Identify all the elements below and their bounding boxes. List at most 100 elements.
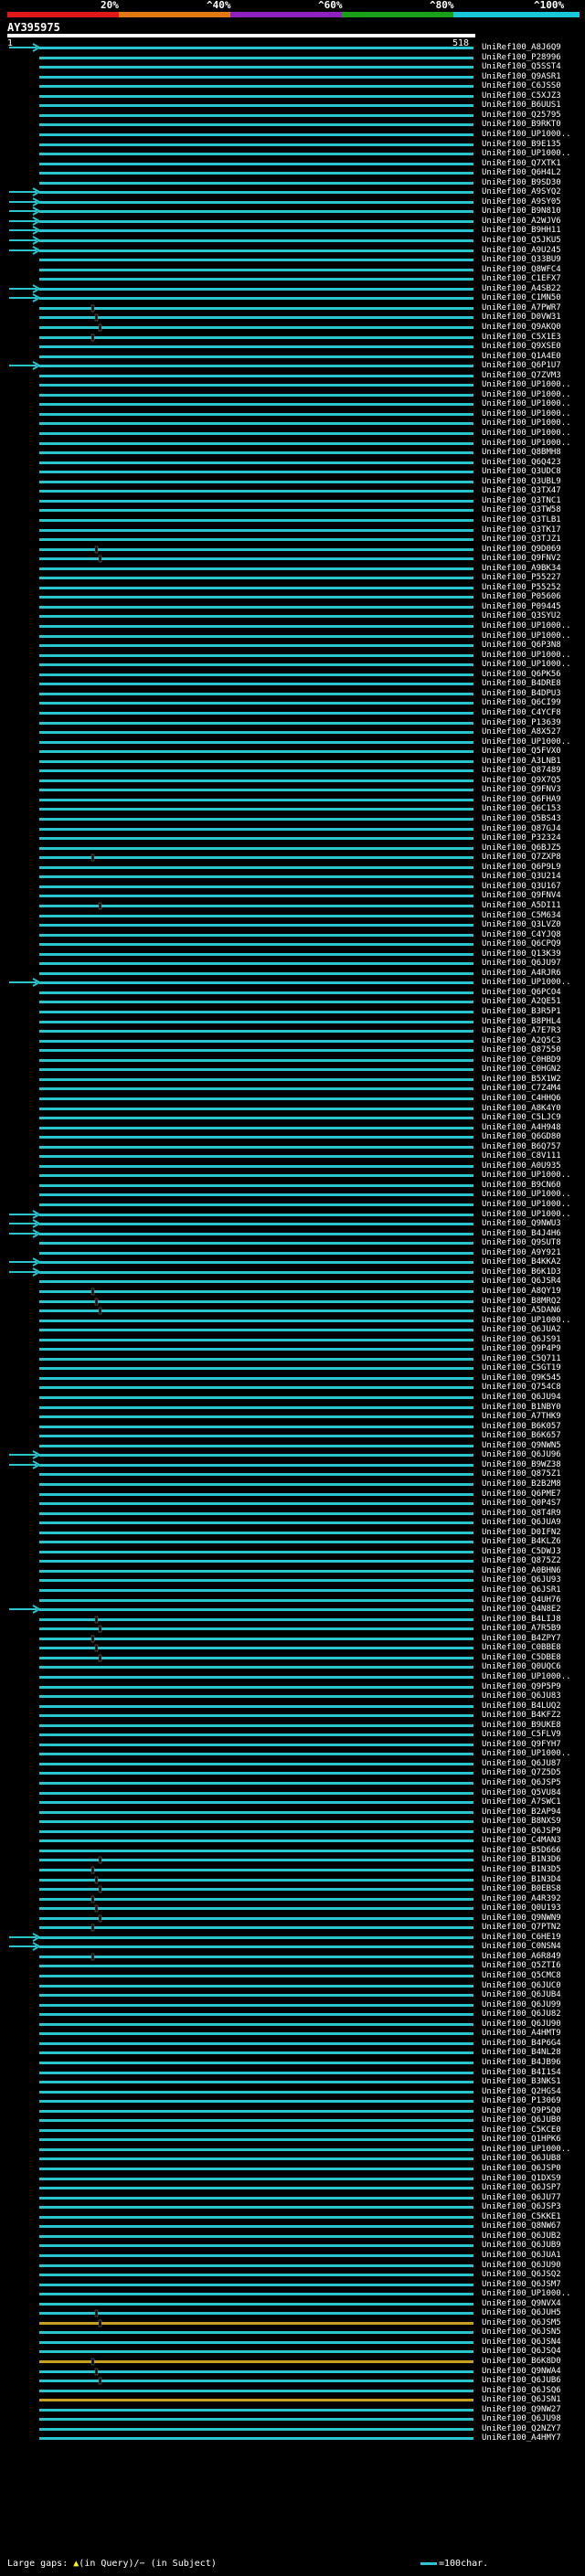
hit-name[interactable]: UniRef100_Q5BS43 xyxy=(482,814,582,823)
hit-name[interactable]: UniRef100_B4JB96 xyxy=(482,2058,582,2067)
hit-name[interactable]: UniRef100_A0BHN6 xyxy=(482,1566,582,1575)
hit-name[interactable]: UniRef100_Q6JSP0 xyxy=(482,2164,582,2173)
hit-name[interactable]: UniRef100_Q2HGS4 xyxy=(482,2087,582,2096)
hit-bar[interactable] xyxy=(39,1975,473,1977)
hit-name[interactable]: UniRef100_UP1000.. xyxy=(482,1171,582,1180)
hit-bar[interactable] xyxy=(39,1290,473,1293)
hit-bar[interactable] xyxy=(39,606,473,609)
hit-name[interactable]: UniRef100_A2WJV6 xyxy=(482,217,582,226)
hit-bar[interactable] xyxy=(39,2129,473,2132)
hit-bar[interactable] xyxy=(39,2399,473,2401)
hit-bar[interactable] xyxy=(39,403,473,406)
hit-name[interactable]: UniRef100_Q3UDC8 xyxy=(482,467,582,476)
hit-bar[interactable] xyxy=(39,1348,473,1351)
hit-bar[interactable] xyxy=(39,500,473,503)
hit-bar[interactable] xyxy=(39,1965,473,1967)
hit-bar[interactable] xyxy=(39,172,473,175)
hit-name[interactable]: UniRef100_B9RKT0 xyxy=(482,120,582,129)
hit-bar[interactable] xyxy=(39,856,473,859)
hit-bar[interactable] xyxy=(39,2157,473,2160)
hit-bar[interactable] xyxy=(39,1396,473,1399)
hit-bar[interactable] xyxy=(39,220,473,223)
hit-name[interactable]: UniRef100_Q87GJ4 xyxy=(482,824,582,833)
hit-bar[interactable] xyxy=(39,1502,473,1505)
hit-bar[interactable] xyxy=(39,375,473,377)
hit-name[interactable]: UniRef100_B9SD30 xyxy=(482,178,582,187)
hit-bar[interactable] xyxy=(39,57,473,59)
hit-bar[interactable] xyxy=(39,1165,473,1168)
hit-bar[interactable] xyxy=(39,2293,473,2295)
hit-name[interactable]: UniRef100_Q6JU90 xyxy=(482,2261,582,2270)
hit-name[interactable]: UniRef100_Q0P4S7 xyxy=(482,1499,582,1508)
hit-name[interactable]: UniRef100_Q8T4R9 xyxy=(482,1509,582,1518)
hit-name[interactable]: UniRef100_B6UUS1 xyxy=(482,101,582,110)
hit-bar[interactable] xyxy=(39,1426,473,1428)
hit-name[interactable]: UniRef100_UP1000.. xyxy=(482,631,582,641)
hit-bar[interactable] xyxy=(39,1579,473,1582)
hit-name[interactable]: UniRef100_Q5VU84 xyxy=(482,1788,582,1797)
hit-name[interactable]: UniRef100_Q6JSN1 xyxy=(482,2395,582,2404)
hit-bar[interactable] xyxy=(39,1059,473,1062)
hit-name[interactable]: UniRef100_C1MN50 xyxy=(482,293,582,302)
hit-name[interactable]: UniRef100_C0BBE8 xyxy=(482,1643,582,1652)
hit-name[interactable]: UniRef100_Q6JSQ6 xyxy=(482,2386,582,2395)
hit-bar[interactable] xyxy=(39,1532,473,1534)
hit-name[interactable]: UniRef100_A4H948 xyxy=(482,1123,582,1132)
hit-name[interactable]: UniRef100_P09445 xyxy=(482,602,582,611)
hit-bar[interactable] xyxy=(39,2119,473,2122)
hit-bar[interactable] xyxy=(39,365,473,367)
hit-bar[interactable] xyxy=(39,201,473,204)
hit-bar[interactable] xyxy=(39,2428,473,2431)
hit-bar[interactable] xyxy=(39,2235,473,2238)
hit-name[interactable]: UniRef100_Q3TJZ1 xyxy=(482,535,582,544)
hit-bar[interactable] xyxy=(39,123,473,126)
hit-name[interactable]: UniRef100_Q6C153 xyxy=(482,804,582,813)
hit-name[interactable]: UniRef100_C4MAN3 xyxy=(482,1836,582,1845)
hit-bar[interactable] xyxy=(39,1763,473,1765)
hit-name[interactable]: UniRef100_C5X1E3 xyxy=(482,333,582,342)
hit-name[interactable]: UniRef100_Q9NWN9 xyxy=(482,1913,582,1923)
hit-bar[interactable] xyxy=(39,95,473,98)
hit-name[interactable]: UniRef100_Q6P9L9 xyxy=(482,863,582,872)
hit-bar[interactable] xyxy=(39,1087,473,1090)
hit-bar[interactable] xyxy=(39,529,473,532)
hit-bar[interactable] xyxy=(39,2380,473,2382)
hit-name[interactable]: UniRef100_C6HE19 xyxy=(482,1933,582,1942)
hit-bar[interactable] xyxy=(39,1155,473,1158)
hit-bar[interactable] xyxy=(39,1184,473,1187)
hit-name[interactable]: UniRef100_Q87489 xyxy=(482,766,582,775)
hit-name[interactable]: UniRef100_C4YCF8 xyxy=(482,708,582,717)
hit-bar[interactable] xyxy=(39,577,473,579)
hit-name[interactable]: UniRef100_D0VW31 xyxy=(482,313,582,322)
hit-bar[interactable] xyxy=(39,2216,473,2219)
hit-name[interactable]: UniRef100_A7R5B9 xyxy=(482,1624,582,1633)
hit-name[interactable]: UniRef100_Q9X7Q5 xyxy=(482,776,582,785)
hit-bar[interactable] xyxy=(39,1801,473,1804)
hit-name[interactable]: UniRef100_Q6JU94 xyxy=(482,1393,582,1402)
hit-name[interactable]: UniRef100_Q6JS91 xyxy=(482,1335,582,1344)
hit-bar[interactable] xyxy=(39,1386,473,1389)
hit-bar[interactable] xyxy=(39,943,473,946)
hit-name[interactable]: UniRef100_Q9NW27 xyxy=(482,2405,582,2414)
hit-bar[interactable] xyxy=(39,210,473,213)
hit-name[interactable]: UniRef100_B4NL28 xyxy=(482,2048,582,2057)
hit-name[interactable]: UniRef100_A4R392 xyxy=(482,1894,582,1903)
hit-bar[interactable] xyxy=(39,1117,473,1119)
hit-bar[interactable] xyxy=(39,143,473,146)
hit-bar[interactable] xyxy=(39,654,473,657)
hit-name[interactable]: UniRef100_B4KLZ6 xyxy=(482,1537,582,1546)
hit-name[interactable]: UniRef100_A5DI11 xyxy=(482,901,582,910)
hit-bar[interactable] xyxy=(39,915,473,917)
hit-bar[interactable] xyxy=(39,1657,473,1659)
hit-bar[interactable] xyxy=(39,2312,473,2315)
hit-name[interactable]: UniRef100_Q9NWU3 xyxy=(482,1219,582,1228)
hit-name[interactable]: UniRef100_B9CN60 xyxy=(482,1181,582,1190)
hit-name[interactable]: UniRef100_B1NBY0 xyxy=(482,1403,582,1412)
hit-bar[interactable] xyxy=(39,596,473,599)
hit-name[interactable]: UniRef100_Q6JU82 xyxy=(482,2009,582,2019)
hit-name[interactable]: UniRef100_B4I1S4 xyxy=(482,2068,582,2077)
hit-bar[interactable] xyxy=(39,326,473,329)
hit-name[interactable]: UniRef100_Q9D069 xyxy=(482,545,582,554)
hit-name[interactable]: UniRef100_Q754C8 xyxy=(482,1383,582,1392)
hit-bar[interactable] xyxy=(39,1068,473,1071)
